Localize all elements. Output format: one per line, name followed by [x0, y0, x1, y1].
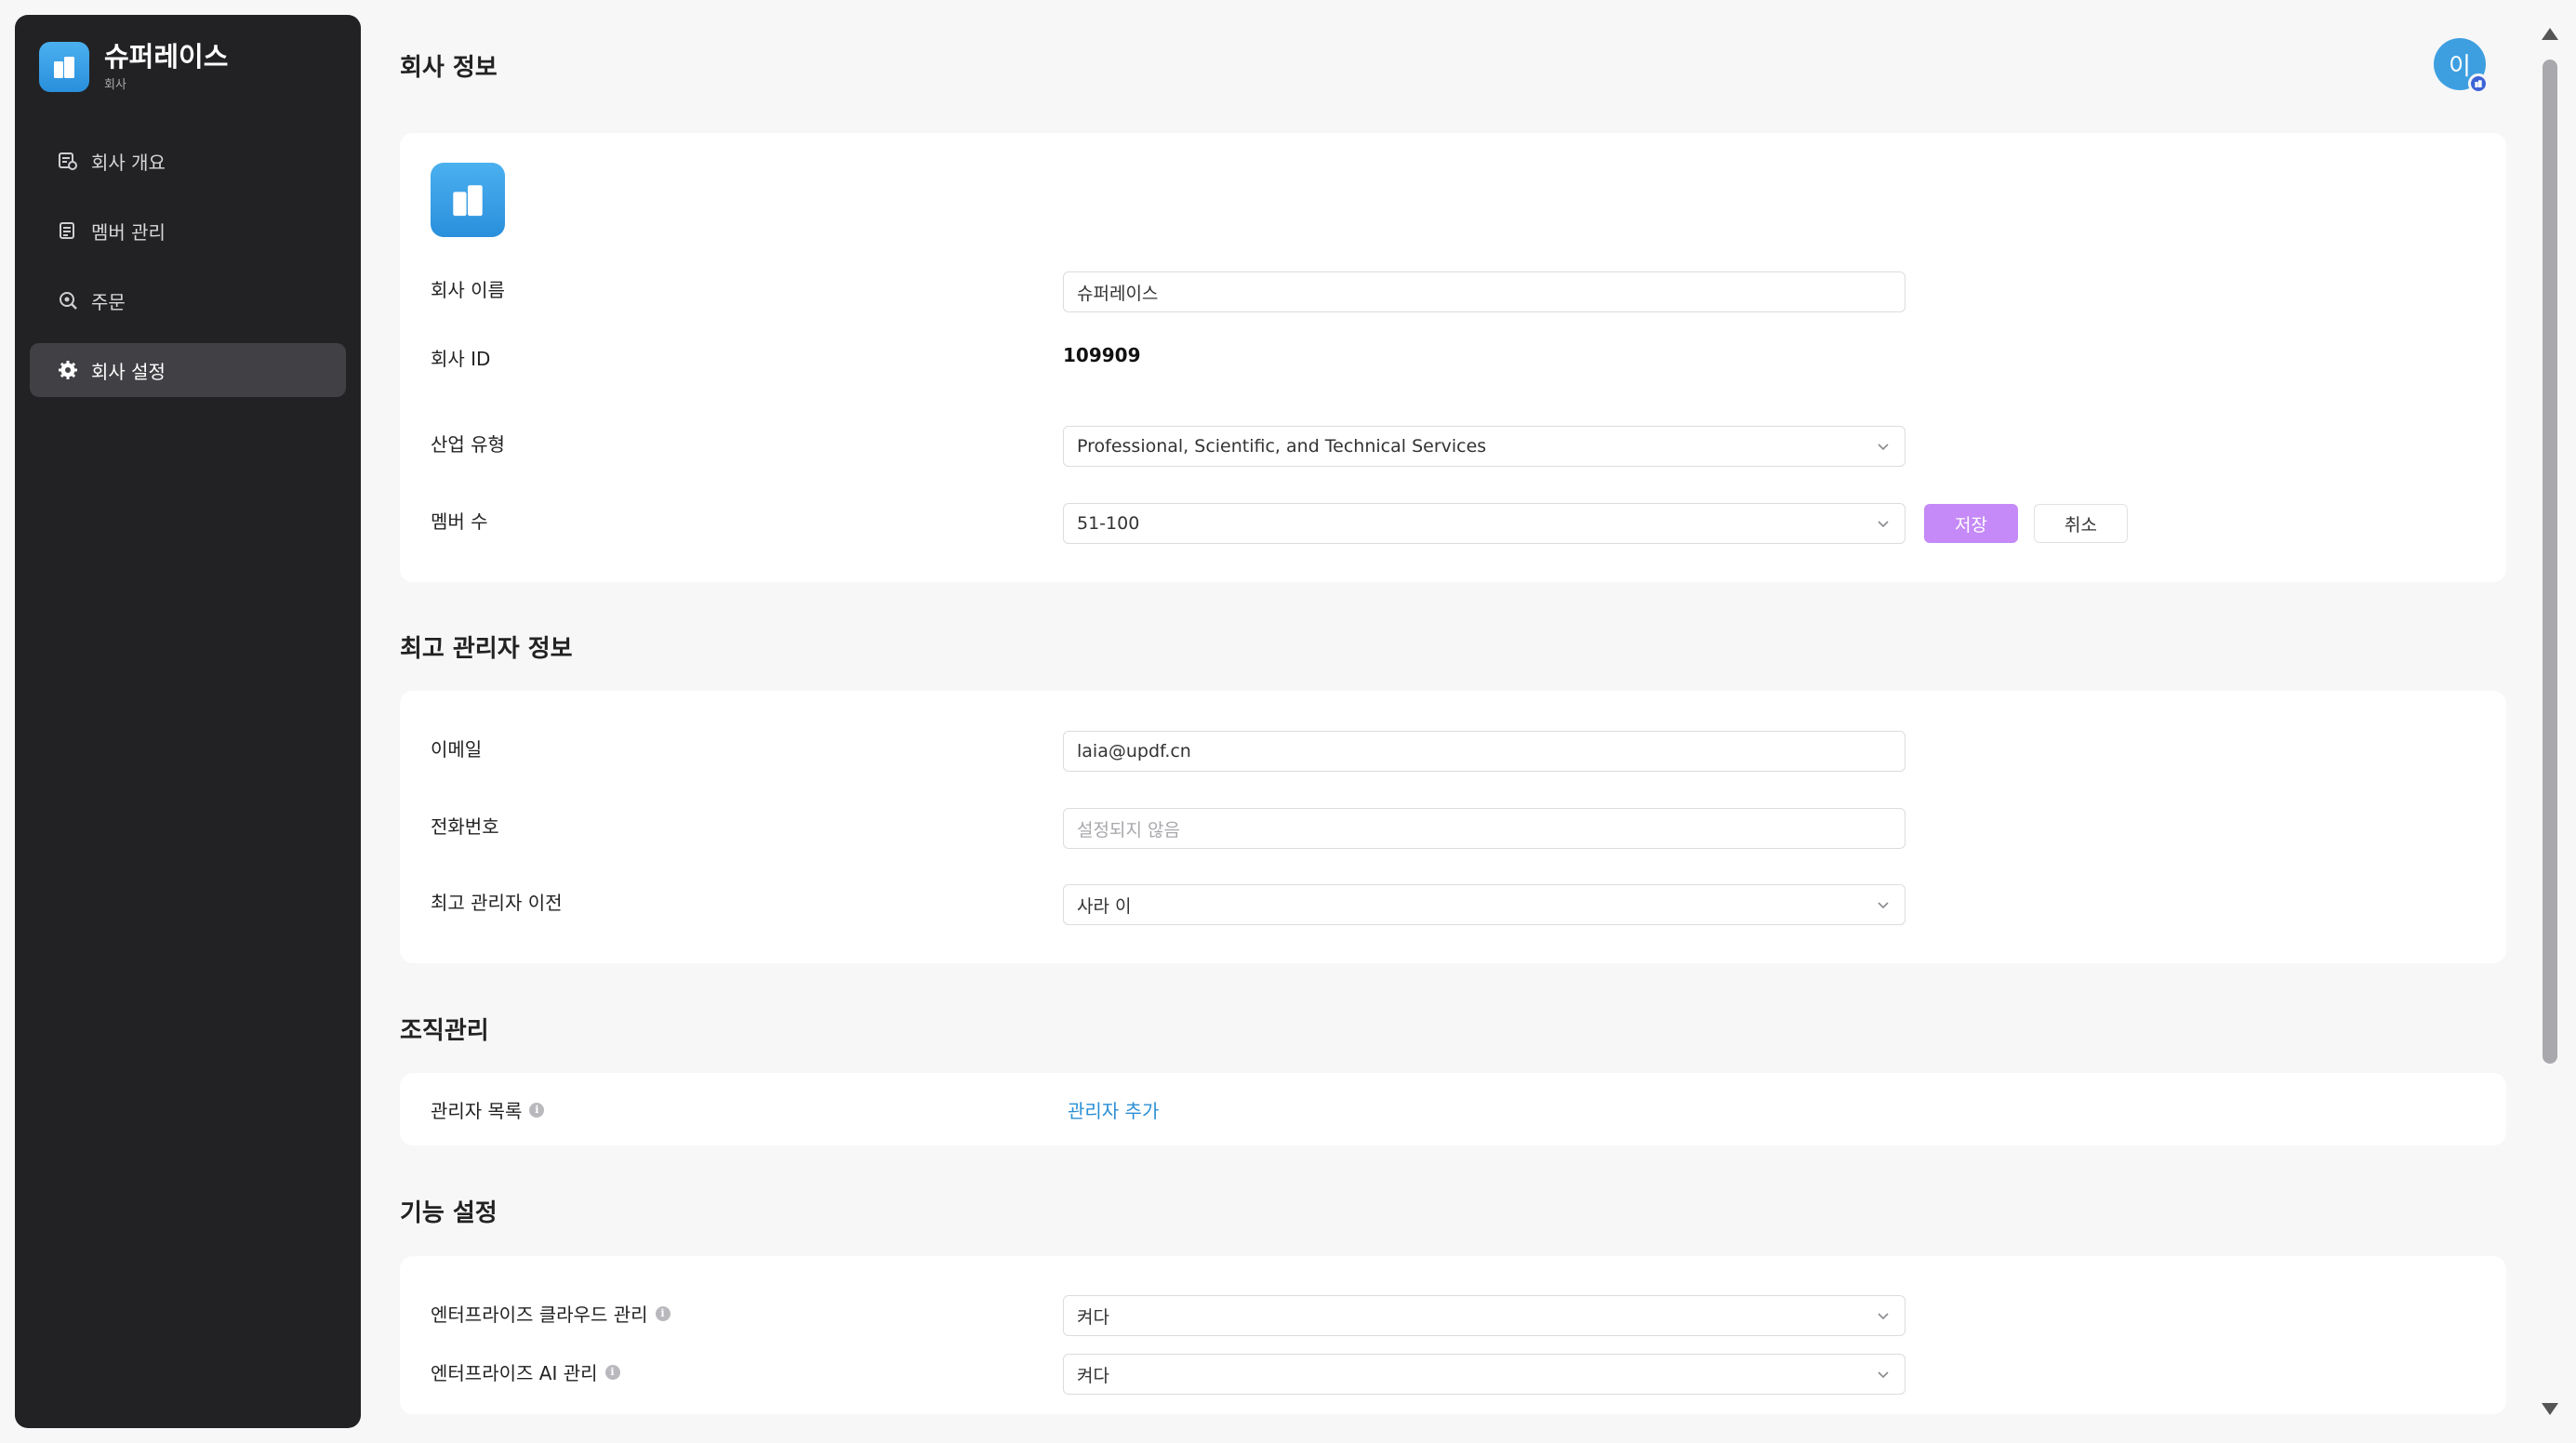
company-logo-icon[interactable] — [431, 163, 505, 237]
organization-section-title: 조직관리 — [400, 1017, 489, 1045]
transfer-super-admin-value: 사라 이 — [1077, 895, 1132, 917]
sidebar: 슈퍼레이스 회사 회사 개요 멤버 관리 주문 회사 설정 — [15, 15, 361, 1428]
member-management-icon — [58, 220, 78, 241]
company-name-input[interactable]: 슈퍼레이스 — [1063, 271, 1905, 312]
sidebar-item-company-overview[interactable]: 회사 개요 — [30, 134, 346, 188]
member-count-select[interactable]: 51-100 — [1063, 503, 1905, 544]
phone-input[interactable]: 설정되지 않음 — [1063, 808, 1905, 849]
company-name-label: 회사 이름 — [431, 279, 505, 301]
member-count-label: 멤버 수 — [431, 510, 488, 533]
industry-label: 산업 유형 — [431, 433, 505, 456]
info-icon[interactable]: i — [604, 1364, 620, 1380]
sidebar-item-orders[interactable]: 주문 — [30, 273, 346, 327]
company-id-value: 109909 — [1063, 344, 1141, 366]
app-root: 슈퍼레이스 회사 회사 개요 멤버 관리 주문 회사 설정 회사 정보 회사 이… — [0, 0, 2576, 1443]
features-card: 엔터프라이즈 클라우드 관리 i 켜다 엔터프라이즈 AI 관리 i 켜다 — [400, 1256, 2506, 1414]
company-badge-icon — [2468, 73, 2489, 94]
transfer-super-admin-select[interactable]: 사라 이 — [1063, 884, 1905, 925]
sidebar-nav: 회사 개요 멤버 관리 주문 회사 설정 — [30, 134, 346, 413]
page-title: 회사 정보 — [400, 54, 498, 82]
company-info-card: 회사 이름 슈퍼레이스 회사 ID 109909 산업 유형 Professio… — [400, 133, 2506, 582]
organization-card: 관리자 목록 i 관리자 추가 — [400, 1073, 2506, 1145]
chevron-down-icon — [1878, 443, 1889, 451]
scroll-up-arrow-icon[interactable] — [2542, 28, 2558, 40]
chevron-down-icon — [1878, 1313, 1889, 1320]
info-icon[interactable]: i — [655, 1305, 671, 1321]
enterprise-cloud-label: 엔터프라이즈 클라우드 관리 i — [431, 1300, 671, 1327]
order-search-icon — [58, 290, 78, 311]
brand: 슈퍼레이스 회사 — [39, 41, 228, 92]
enterprise-cloud-select-value: 켜다 — [1077, 1306, 1109, 1328]
chevron-down-icon — [1878, 521, 1889, 528]
gear-icon — [58, 360, 78, 380]
super-admin-section-title: 최고 관리자 정보 — [400, 635, 573, 663]
enterprise-cloud-label-text: 엔터프라이즈 클라우드 관리 — [431, 1304, 648, 1326]
enterprise-cloud-select[interactable]: 켜다 — [1063, 1295, 1905, 1336]
company-id-label: 회사 ID — [431, 348, 491, 370]
email-label: 이메일 — [431, 738, 483, 761]
super-admin-card: 이메일 laia@updf.cn 전화번호 설정되지 않음 최고 관리자 이전 … — [400, 691, 2506, 963]
industry-select[interactable]: Professional, Scientific, and Technical … — [1063, 426, 1905, 467]
cancel-button[interactable]: 취소 — [2034, 504, 2128, 543]
brand-name: 슈퍼레이스 — [104, 41, 229, 73]
sidebar-item-member-management[interactable]: 멤버 관리 — [30, 204, 346, 258]
brand-subtitle: 회사 — [104, 78, 126, 92]
main-content: 회사 정보 회사 이름 슈퍼레이스 회사 ID 109909 산업 유형 Pro… — [400, 0, 2506, 1443]
enterprise-ai-select-value: 켜다 — [1077, 1365, 1109, 1386]
enterprise-ai-label: 엔터프라이즈 AI 관리 i — [431, 1358, 620, 1385]
save-button[interactable]: 저장 — [1924, 504, 2018, 543]
chevron-down-icon — [1878, 1371, 1889, 1379]
brand-logo-icon — [39, 41, 89, 92]
phone-label: 전화번호 — [431, 815, 499, 838]
features-section-title: 기능 설정 — [400, 1199, 498, 1227]
sidebar-item-label: 회사 개요 — [91, 151, 166, 174]
sidebar-item-company-settings[interactable]: 회사 설정 — [30, 343, 346, 397]
member-count-select-value: 51-100 — [1077, 513, 1140, 534]
enterprise-ai-label-text: 엔터프라이즈 AI 관리 — [431, 1362, 598, 1384]
scrollbar[interactable] — [2535, 19, 2563, 1424]
enterprise-ai-select[interactable]: 켜다 — [1063, 1354, 1905, 1395]
industry-select-value: Professional, Scientific, and Technical … — [1077, 436, 1487, 457]
chevron-down-icon — [1878, 902, 1889, 909]
sidebar-item-label: 회사 설정 — [91, 360, 166, 383]
sidebar-item-label: 멤버 관리 — [91, 220, 166, 244]
email-input[interactable]: laia@updf.cn — [1063, 731, 1905, 772]
sidebar-item-label: 주문 — [91, 290, 126, 313]
scrollbar-thumb[interactable] — [2543, 60, 2557, 1064]
info-icon[interactable]: i — [529, 1102, 545, 1118]
admin-list-label: 관리자 목록 i — [431, 1096, 545, 1123]
company-overview-icon — [58, 151, 78, 171]
admin-list-label-text: 관리자 목록 — [431, 1100, 523, 1122]
scroll-down-arrow-icon[interactable] — [2542, 1403, 2558, 1415]
add-admin-link[interactable]: 관리자 추가 — [1068, 1096, 1159, 1123]
transfer-super-admin-label: 최고 관리자 이전 — [431, 892, 563, 914]
